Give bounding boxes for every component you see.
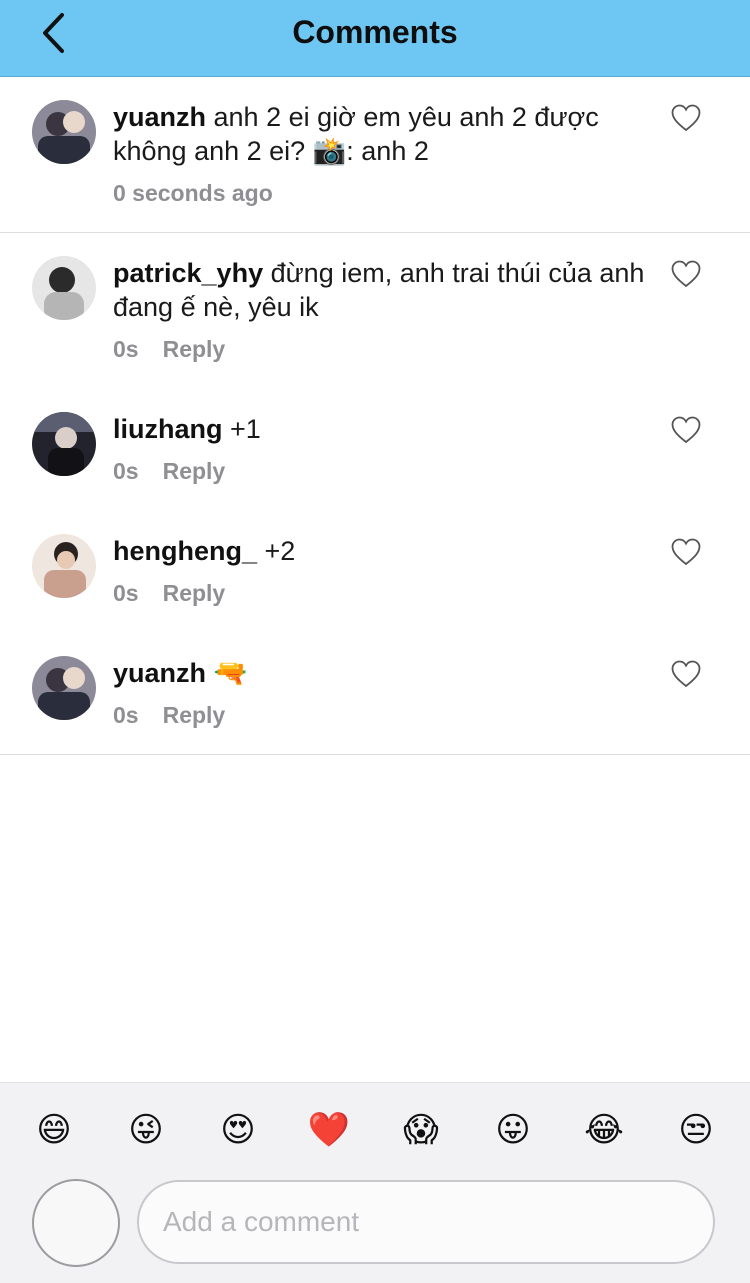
emoji-screaming[interactable]: 😱 <box>399 1108 443 1152</box>
emoji-tears-of-joy[interactable]: 😂 <box>582 1108 626 1152</box>
like-button[interactable] <box>671 416 701 444</box>
comment-meta: 0s Reply <box>113 580 225 607</box>
avatar[interactable] <box>32 534 96 598</box>
reply-button[interactable]: Reply <box>163 580 226 606</box>
heart-outline-icon <box>671 260 701 288</box>
heart-outline-icon <box>671 104 701 132</box>
divider <box>0 754 750 755</box>
current-user-avatar <box>32 1179 120 1267</box>
heart-outline-icon <box>671 416 701 444</box>
heart-outline-icon <box>671 660 701 688</box>
emoji-red-heart[interactable]: ❤️ <box>307 1108 351 1152</box>
comment-body: +2 <box>257 536 296 566</box>
comment-username[interactable]: liuzhang <box>113 414 223 444</box>
reply-button[interactable]: Reply <box>163 702 226 728</box>
emoji-tongue-out[interactable]: 😛 <box>491 1108 535 1152</box>
comment-text: yuanzh anh 2 ei giờ em yêu anh 2 được kh… <box>113 100 658 168</box>
comment-username[interactable]: patrick_yhy <box>113 258 263 288</box>
comment-body: 🔫 <box>206 658 248 688</box>
avatar[interactable] <box>32 100 96 164</box>
emoji-winking-tongue[interactable]: 😜 <box>124 1108 168 1152</box>
reply-button[interactable]: Reply <box>163 458 226 484</box>
comment-input[interactable] <box>137 1180 715 1264</box>
comment-text: hengheng_ +2 <box>113 534 658 568</box>
comment-timestamp: 0s <box>113 458 139 484</box>
header-bar: Comments <box>0 0 750 77</box>
comment-username[interactable]: yuanzh <box>113 658 206 688</box>
avatar[interactable] <box>32 412 96 476</box>
emoji-heart-eyes[interactable]: 😍 <box>216 1108 260 1152</box>
comment-timestamp: 0 seconds ago <box>113 180 273 206</box>
comment-text: liuzhang +1 <box>113 412 658 446</box>
comment-meta: 0 seconds ago <box>113 180 273 207</box>
avatar[interactable] <box>32 656 96 720</box>
emoji-unamused[interactable]: 😒 <box>674 1108 718 1152</box>
comment-timestamp: 0s <box>113 336 139 362</box>
page-title: Comments <box>292 14 458 50</box>
comment-timestamp: 0s <box>113 580 139 606</box>
comment-username[interactable]: hengheng_ <box>113 536 257 566</box>
comment-username[interactable]: yuanzh <box>113 102 206 132</box>
heart-outline-icon <box>671 538 701 566</box>
emoji-grinning[interactable]: 😄 <box>32 1108 76 1152</box>
comment-composer: 😄 😜 😍 ❤️ 😱 😛 😂 😒 <box>0 1082 750 1283</box>
reply-button[interactable]: Reply <box>163 336 226 362</box>
comment-text: patrick_yhy đừng iem, anh trai thúi của … <box>113 256 658 324</box>
comment-text: yuanzh 🔫 <box>113 656 658 690</box>
comment-meta: 0s Reply <box>113 336 225 363</box>
comment-meta: 0s Reply <box>113 702 225 729</box>
like-button[interactable] <box>671 538 701 566</box>
comment-meta: 0s Reply <box>113 458 225 485</box>
avatar[interactable] <box>32 256 96 320</box>
comment-body: +1 <box>222 414 261 444</box>
like-button[interactable] <box>671 260 701 288</box>
like-button[interactable] <box>671 660 701 688</box>
divider <box>0 232 750 233</box>
comment-timestamp: 0s <box>113 702 139 728</box>
like-button[interactable] <box>671 104 701 132</box>
